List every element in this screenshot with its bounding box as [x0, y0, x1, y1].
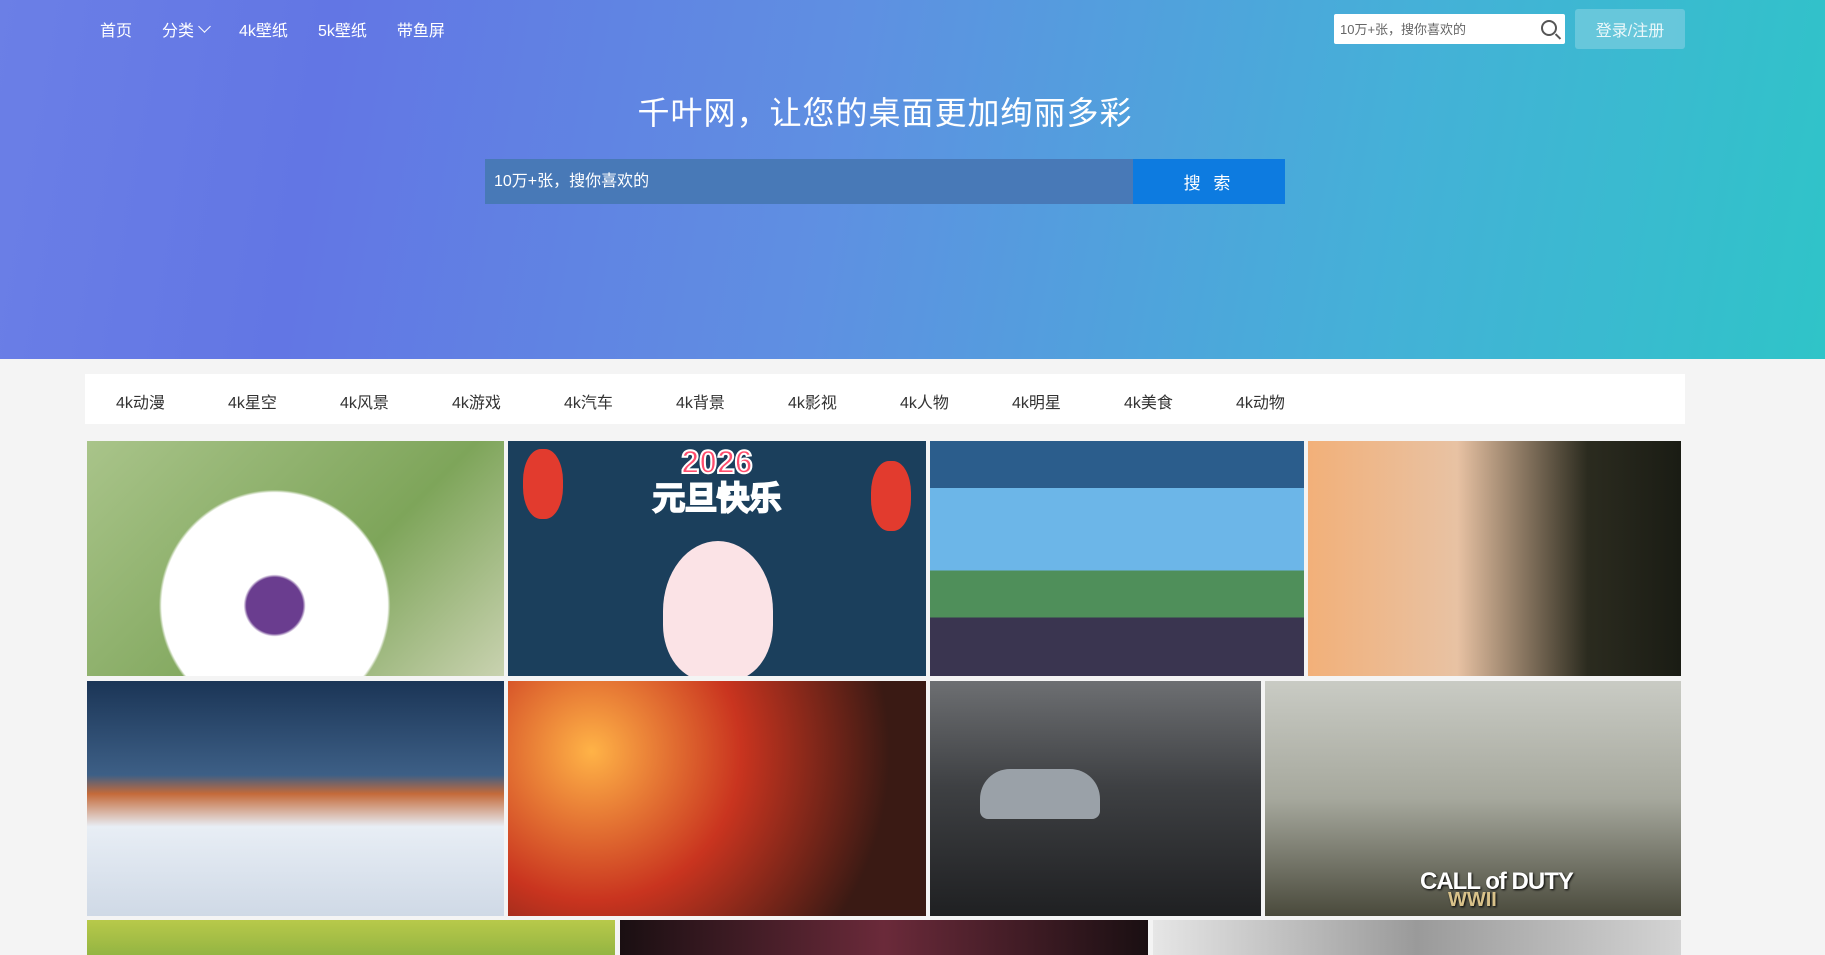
nav-ultrawide[interactable]: 带鱼屏 — [397, 17, 445, 41]
search-icon[interactable] — [1541, 20, 1557, 36]
wallpaper-thumb-snow-mountain[interactable] — [87, 681, 504, 916]
wallpaper-thumb-grassland[interactable] — [87, 920, 615, 955]
hero-banner: 首页 分类 4k壁纸 5k壁纸 带鱼屏 登录/注册 千叶网，让您的桌面更加绚丽多… — [0, 0, 1825, 359]
wallpaper-thumb-daisy[interactable] — [87, 441, 504, 676]
category-4k-anime[interactable]: 4k动漫 — [116, 389, 165, 413]
wallpaper-thumb-gray[interactable] — [1153, 920, 1681, 955]
category-bar: 4k动漫 4k星空 4k风景 4k游戏 4k汽车 4k背景 4k影视 4k人物 … — [85, 374, 1685, 424]
category-4k-people[interactable]: 4k人物 — [900, 389, 949, 413]
category-4k-starry-sky[interactable]: 4k星空 — [228, 389, 277, 413]
nav-category[interactable]: 分类 — [162, 17, 211, 41]
hero-search-button[interactable]: 搜 索 — [1133, 159, 1285, 204]
wallpaper-thumb-game-hero[interactable] — [508, 681, 926, 916]
chevron-down-icon — [198, 20, 211, 33]
category-4k-background[interactable]: 4k背景 — [676, 389, 725, 413]
wallpaper-thumb-portrait[interactable] — [1308, 441, 1681, 676]
nav-home[interactable]: 首页 — [100, 17, 132, 41]
hero-search-input[interactable] — [485, 159, 1133, 204]
category-4k-celebrity[interactable]: 4k明星 — [1012, 389, 1061, 413]
nav-4k-wallpaper[interactable]: 4k壁纸 — [239, 17, 288, 41]
nav-category-label: 分类 — [162, 23, 195, 40]
wallpaper-thumb-anime-window[interactable] — [930, 441, 1304, 676]
hero-slogan: 千叶网，让您的桌面更加绚丽多彩 — [637, 95, 1133, 131]
wallpaper-thumb-race-car[interactable] — [930, 681, 1261, 916]
login-register-button[interactable]: 登录/注册 — [1575, 9, 1685, 49]
category-4k-game[interactable]: 4k游戏 — [452, 389, 501, 413]
category-4k-film[interactable]: 4k影视 — [788, 389, 837, 413]
wallpaper-thumb-call-of-duty[interactable]: CALL of DUTY WWII — [1265, 681, 1681, 916]
hero-search: 搜 索 — [485, 159, 1285, 204]
wallpaper-thumb-new-year[interactable]: 2026 元旦快乐 — [508, 441, 926, 676]
wallpaper-grid: 2026 元旦快乐 CALL of DUTY WWII — [87, 441, 1683, 955]
category-4k-food[interactable]: 4k美食 — [1124, 389, 1173, 413]
top-nav: 首页 分类 4k壁纸 5k壁纸 带鱼屏 — [100, 17, 475, 41]
wallpaper-thumb-dark-fantasy[interactable] — [620, 920, 1148, 955]
category-4k-landscape[interactable]: 4k风景 — [340, 389, 389, 413]
cartoon-unicorn — [663, 541, 773, 676]
car-shape — [980, 769, 1100, 819]
header-search — [1334, 14, 1565, 44]
nav-5k-wallpaper[interactable]: 5k壁纸 — [318, 17, 367, 41]
category-4k-car[interactable]: 4k汽车 — [564, 389, 613, 413]
cod-subtitle: WWII — [1448, 889, 1497, 911]
header-search-input[interactable] — [1334, 20, 1537, 38]
category-4k-animal[interactable]: 4k动物 — [1236, 389, 1285, 413]
new-year-text: 2026 元旦快乐 — [652, 443, 782, 517]
